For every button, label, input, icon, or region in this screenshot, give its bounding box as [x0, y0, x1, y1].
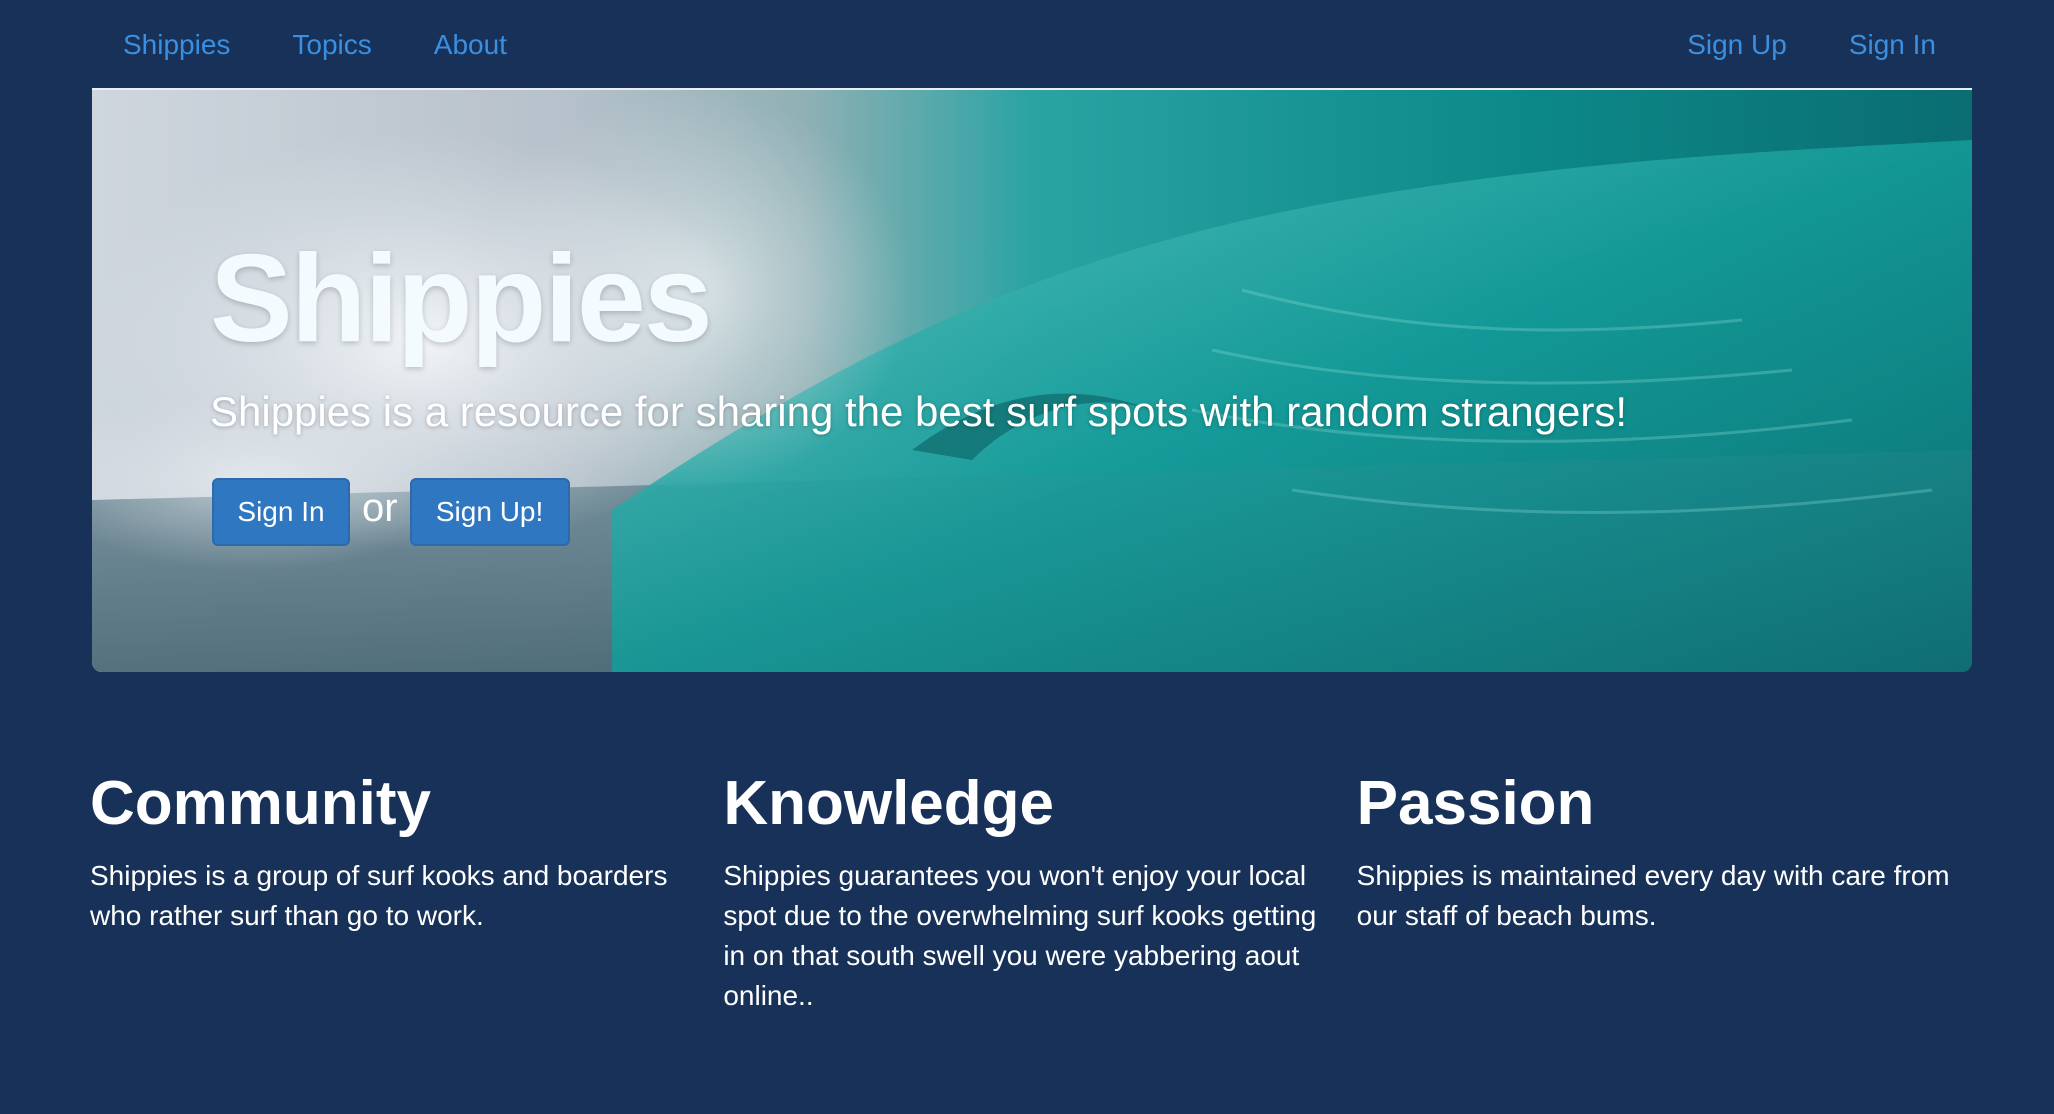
- feature-heading: Community: [90, 769, 431, 838]
- hero-tagline: Shippies is a resource for sharing the b…: [210, 388, 1628, 435]
- feature-text: Shippies is maintained every day with ca…: [1356, 860, 1950, 931]
- nav-about-link[interactable]: About: [403, 0, 538, 90]
- features-section: Community Shippies is a group of surf ko…: [90, 768, 1990, 1016]
- hero-actions: Sign In or Sign Up!: [212, 478, 570, 546]
- feature-passion: Passion Shippies is maintained every day…: [1357, 768, 1990, 1016]
- nav-sign-up-link[interactable]: Sign Up: [1656, 0, 1818, 90]
- sign-in-button[interactable]: Sign In: [212, 478, 350, 546]
- feature-knowledge: Knowledge Shippies guarantees you won't …: [723, 768, 1356, 1016]
- feature-heading: Passion: [1356, 769, 1595, 838]
- feature-text: Shippies guarantees you won't enjoy your…: [723, 860, 1317, 1011]
- hero-banner: Shippies Shippies is a resource for shar…: [92, 90, 1972, 672]
- feature-heading: Knowledge: [723, 769, 1055, 838]
- feature-community: Community Shippies is a group of surf ko…: [90, 768, 723, 1016]
- or-separator: or: [362, 485, 398, 530]
- hero-title: Shippies: [210, 230, 713, 368]
- nav-left-group: Shippies Topics About: [92, 0, 538, 90]
- nav-brand-link[interactable]: Shippies: [92, 0, 261, 90]
- nav-right-group: Sign Up Sign In: [1656, 0, 1972, 90]
- sign-up-button[interactable]: Sign Up!: [409, 478, 570, 546]
- nav-sign-in-link[interactable]: Sign In: [1818, 0, 1972, 90]
- top-navbar: Shippies Topics About Sign Up Sign In: [92, 0, 1972, 90]
- nav-topics-link[interactable]: Topics: [261, 0, 402, 90]
- wave-background-image: [92, 90, 1972, 672]
- feature-text: Shippies is a group of surf kooks and bo…: [90, 860, 668, 931]
